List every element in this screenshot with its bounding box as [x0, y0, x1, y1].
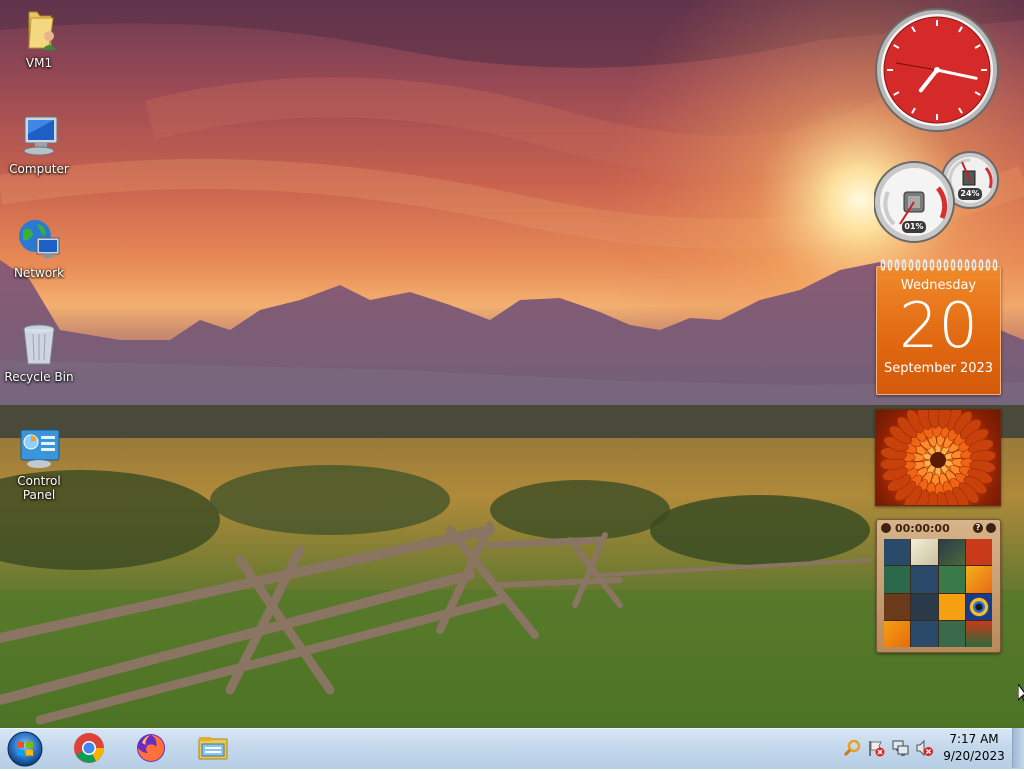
desktop-wallpaper: [0, 0, 1024, 728]
desktop-icon-label: Network: [13, 266, 65, 280]
desktop-icon-label: VM1: [25, 56, 53, 70]
puzzle-grid: [884, 539, 992, 647]
puzzle-tile[interactable]: [938, 566, 965, 593]
recycle-bin-icon: [15, 320, 63, 368]
calendar-ring: [887, 259, 893, 271]
taskbar-chrome-button[interactable]: [60, 729, 118, 767]
puzzle-tile[interactable]: [938, 539, 965, 566]
desktop-icon-label: Recycle Bin: [4, 370, 74, 384]
desktop-icon-control-panel[interactable]: Control Panel: [0, 424, 78, 502]
user-folder-icon: [15, 6, 63, 54]
calendar-ring: [985, 259, 991, 271]
system-tray: [842, 729, 934, 767]
puzzle-timer: 00:00:00: [895, 521, 950, 535]
show-desktop-button[interactable]: [1012, 728, 1024, 768]
network-status-icon[interactable]: [890, 738, 910, 758]
puzzle-tile[interactable]: [965, 539, 992, 566]
taskbar-time: 7:17 AM: [949, 732, 999, 746]
calendar-gadget[interactable]: Wednesday 20 September 2023: [876, 259, 1001, 395]
desktop-icon-label: Computer: [9, 162, 69, 176]
puzzle-tile[interactable]: [965, 620, 992, 647]
calendar-day-number: 20: [899, 289, 978, 362]
puzzle-title-bar: 00:00:00 ?: [877, 520, 1000, 536]
calendar-ring: [880, 259, 886, 271]
computer-icon: [15, 112, 63, 160]
calendar-ring: [901, 259, 907, 271]
search-magnifier-icon[interactable]: [842, 738, 862, 758]
cpu-usage-readout: 01%: [904, 222, 924, 231]
network-icon: [15, 216, 63, 264]
slideshow-gadget[interactable]: [875, 409, 1001, 506]
calendar-ring: [964, 259, 970, 271]
calendar-ring: [922, 259, 928, 271]
windows-start-orb-icon: [7, 731, 43, 767]
picture-puzzle-gadget[interactable]: 00:00:00 ?: [876, 519, 1001, 653]
desktop-icon-label: Control Panel: [17, 474, 61, 502]
puzzle-tile[interactable]: [965, 593, 992, 620]
calendar-ring: [943, 259, 949, 271]
calendar-rings-decoration: [880, 259, 998, 271]
calendar-ring: [971, 259, 977, 271]
calendar-month-year: September 2023: [883, 361, 994, 376]
memory-usage-readout: 24%: [960, 189, 980, 198]
desktop-icon-network[interactable]: Network: [0, 216, 78, 280]
puzzle-tile[interactable]: [911, 593, 938, 620]
calendar-ring: [957, 259, 963, 271]
calendar-ring: [908, 259, 914, 271]
volume-muted-icon[interactable]: [914, 738, 934, 758]
calendar-ring: [936, 259, 942, 271]
puzzle-tile[interactable]: [884, 539, 911, 566]
calendar-ring: [929, 259, 935, 271]
flower-photo: [879, 410, 997, 505]
file-explorer-icon: [198, 737, 228, 760]
puzzle-tile[interactable]: [884, 566, 911, 593]
puzzle-tile[interactable]: [884, 620, 911, 647]
desktop-icon-vm1[interactable]: VM1: [0, 6, 78, 70]
calendar-ring: [894, 259, 900, 271]
desktop-icon-computer[interactable]: Computer: [0, 112, 78, 176]
puzzle-tile[interactable]: [938, 620, 965, 647]
chrome-icon: [74, 733, 104, 763]
puzzle-tile[interactable]: [911, 620, 938, 647]
cpu-meter-gadget[interactable]: 01% 24%: [873, 148, 1000, 244]
analog-clock: [875, 8, 999, 132]
puzzle-tile[interactable]: [965, 566, 992, 593]
control-panel-icon: [15, 424, 63, 472]
clock-gadget[interactable]: [874, 7, 1000, 133]
start-button[interactable]: [4, 730, 46, 768]
taskbar-file-explorer-button[interactable]: [184, 729, 242, 767]
taskbar-clock[interactable]: 7:17 AM 9/20/2023: [938, 731, 1010, 765]
taskbar-date: 9/20/2023: [943, 749, 1005, 763]
calendar-ring: [992, 259, 998, 271]
mouse-cursor-icon: [1018, 684, 1024, 702]
wallpaper-landscape: [0, 0, 1024, 728]
puzzle-tile[interactable]: [911, 539, 938, 566]
taskbar-firefox-button[interactable]: [122, 729, 180, 767]
calendar-ring: [950, 259, 956, 271]
puzzle-pin-icon[interactable]: [986, 523, 996, 533]
puzzle-tile[interactable]: [911, 566, 938, 593]
firefox-icon: [137, 734, 165, 762]
puzzle-timer-icon: [881, 523, 891, 533]
calendar-ring: [915, 259, 921, 271]
puzzle-help-icon[interactable]: ?: [973, 523, 983, 533]
calendar-ring: [978, 259, 984, 271]
puzzle-tile[interactable]: [938, 593, 965, 620]
action-center-flag-icon[interactable]: [866, 738, 886, 758]
puzzle-tile[interactable]: [884, 593, 911, 620]
desktop-icon-recycle-bin[interactable]: Recycle Bin: [0, 320, 78, 384]
